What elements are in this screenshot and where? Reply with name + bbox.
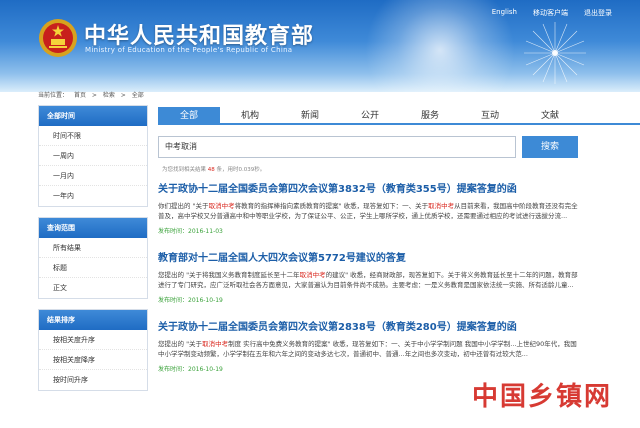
sort-time-asc[interactable]: 按时间升序 [39,370,147,390]
tab-institutions[interactable]: 机构 [220,107,280,123]
search-input[interactable]: 中考取消 [158,136,516,158]
time-filter-month[interactable]: 一月内 [39,166,147,186]
tab-services[interactable]: 服务 [400,107,460,123]
result-count-prefix: 为您找到相关结果 [162,167,207,173]
sidebar: 全部时间 时间不限 一周内 一月内 一年内 查询范围 所有结果 标题 正文 结果… [38,105,148,401]
scope-filter-body[interactable]: 正文 [39,278,147,298]
sort-panel: 结果排序 按相关度升序 按相关度降序 按时间升序 [38,309,148,391]
breadcrumb-current: 全部 [131,92,144,99]
snippet-highlight: 取消中考 [208,202,235,210]
dandelion-decoration [524,22,586,84]
scope-filter-all[interactable]: 所有结果 [39,238,147,258]
search-button[interactable]: 搜索 [522,136,578,158]
snippet-text: 你们提出的 "关于 [158,202,209,210]
sort-heading: 结果排序 [39,310,147,330]
breadcrumb-label: 当前位置： [38,92,69,99]
result-snippet: 您提出的 "关于将我国义务教育制度延长至十二年取消中考的建议" 收悉，经商财政部… [158,270,583,290]
breadcrumb-separator: > [91,92,97,99]
top-nav-mobile-client[interactable]: 移动客户端 [533,8,568,18]
result-date: 发布时间：2016-11-03 [158,228,223,235]
site-header: English 移动客户端 退出登录 中华人民共和国教育部 Ministry o… [0,0,640,92]
top-nav: English 移动客户端 退出登录 [492,8,612,18]
time-filter-panel: 全部时间 时间不限 一周内 一月内 一年内 [38,105,148,207]
snippet-text: 您提出的 "关于将我国义务教育制度延长至十二年 [158,271,300,279]
national-emblem-icon [39,19,77,57]
scope-filter-heading: 查询范围 [39,218,147,238]
result-count-number: 48 [207,167,215,173]
time-filter-unlimited[interactable]: 时间不限 [39,126,147,146]
tab-public[interactable]: 公开 [340,107,400,123]
snippet-highlight: 取消中考 [202,340,229,348]
snippet-text: 将教育的指挥棒指向素质教育的提案" 收悉，现答复如下：一、关于 [234,202,429,210]
result-date: 发布时间：2016-10-19 [158,297,223,304]
result-item: 教育部对十二届全国人大四次会议第5772号建议的答复 您提出的 "关于将我国义务… [158,249,583,304]
tab-documents[interactable]: 文献 [520,107,580,123]
breadcrumb-search[interactable]: 检索 [103,92,115,99]
breadcrumb-separator: > [120,92,126,99]
time-filter-year[interactable]: 一年内 [39,186,147,206]
scope-filter-panel: 查询范围 所有结果 标题 正文 [38,217,148,299]
result-item: 关于政协十二届全国委员会第四次会议第2838号（教育类280号）提案答复的函 您… [158,318,583,373]
result-title[interactable]: 教育部对十二届全国人大四次会议第5772号建议的答复 [158,249,583,264]
tab-interaction[interactable]: 互动 [460,107,520,123]
category-tabs: 全部 机构 新闻 公开 服务 互动 文献 [158,107,640,125]
snippet-highlight: 取消中考 [428,202,455,210]
results-list: 关于政协十二届全国委员会第四次会议第3832号（教育类355号）提案答复的函 你… [158,180,583,387]
result-snippet: 您提出的 "关于取消中考制度 实行高中免费义务教育的提案" 收悉，现答复如下：一… [158,339,583,359]
tab-all[interactable]: 全部 [158,107,220,123]
snippet-text: 年之间也多次变动，初中还曾有过较大范... [404,350,528,358]
breadcrumb-home[interactable]: 首页 [74,92,86,99]
snippet-text: 您提出的 "关于 [158,340,203,348]
result-title[interactable]: 关于政协十二届全国委员会第四次会议第2838号（教育类280号）提案答复的函 [158,318,583,333]
snippet-highlight: 取消中考 [299,271,326,279]
result-snippet: 你们提出的 "关于取消中考将教育的指挥棒指向素质教育的提案" 收悉，现答复如下：… [158,201,583,221]
time-filter-week[interactable]: 一周内 [39,146,147,166]
time-filter-heading: 全部时间 [39,106,147,126]
result-count: 为您找到相关结果 48 条，用时0.039秒。 [162,165,265,173]
scope-filter-title[interactable]: 标题 [39,258,147,278]
result-title[interactable]: 关于政协十二届全国委员会第四次会议第3832号（教育类355号）提案答复的函 [158,180,583,195]
snippet-text: 制度 实行高中免费义务教育的提案" 收悉，现答复如下：一、关于中小学学制问题 我… [228,340,517,348]
result-date: 发布时间：2016-10-19 [158,366,223,373]
top-nav-english[interactable]: English [492,8,517,18]
result-count-suffix: 条，用时0.039秒。 [216,167,266,173]
sort-relevance-asc[interactable]: 按相关度升序 [39,330,147,350]
result-item: 关于政协十二届全国委员会第四次会议第3832号（教育类355号）提案答复的函 你… [158,180,583,235]
site-watermark: 中国乡镇网 [472,382,613,412]
breadcrumb: 当前位置： 首页 > 检索 > 全部 [38,90,148,99]
sort-relevance-desc[interactable]: 按相关度降序 [39,350,147,370]
site-subtitle: Ministry of Education of the People's Re… [85,46,293,54]
top-nav-logout[interactable]: 退出登录 [584,8,612,18]
tab-news[interactable]: 新闻 [280,107,340,123]
